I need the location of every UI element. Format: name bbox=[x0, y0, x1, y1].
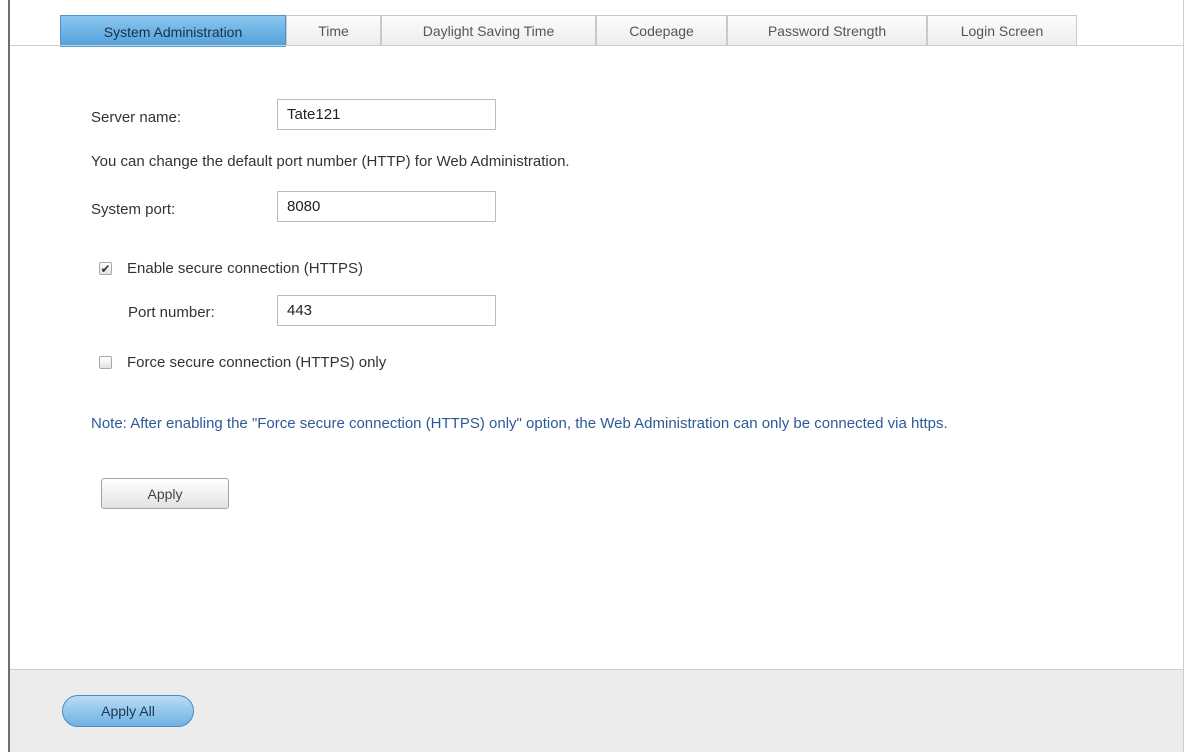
port-description: You can change the default port number (… bbox=[91, 153, 570, 170]
enable-https-row[interactable]: ✔ Enable secure connection (HTTPS) bbox=[99, 260, 363, 277]
apply-button[interactable]: Apply bbox=[101, 478, 229, 509]
apply-button-label: Apply bbox=[147, 485, 183, 502]
server-name-input[interactable] bbox=[277, 99, 496, 130]
tab-password-strength[interactable]: Password Strength bbox=[727, 15, 927, 46]
settings-panel: System Administration Time Daylight Savi… bbox=[8, 0, 1184, 752]
tab-daylight-saving-time[interactable]: Daylight Saving Time bbox=[381, 15, 596, 46]
tab-time[interactable]: Time bbox=[286, 15, 381, 46]
tab-label: Password Strength bbox=[767, 23, 887, 39]
tab-label: System Administration bbox=[103, 23, 243, 40]
tab-codepage[interactable]: Codepage bbox=[596, 15, 727, 46]
port-number-label: Port number: bbox=[128, 304, 215, 321]
enable-https-label: Enable secure connection (HTTPS) bbox=[127, 260, 363, 277]
server-name-label: Server name: bbox=[91, 109, 182, 126]
system-administration-form: Server name: You can change the default … bbox=[10, 46, 1183, 670]
system-port-input[interactable] bbox=[277, 191, 496, 222]
tab-login-screen[interactable]: Login Screen bbox=[927, 15, 1077, 46]
force-https-label: Force secure connection (HTTPS) only bbox=[127, 354, 387, 371]
https-note: Note: After enabling the "Force secure c… bbox=[91, 415, 948, 432]
apply-all-button[interactable]: Apply All bbox=[62, 695, 194, 727]
tab-label: Time bbox=[318, 23, 349, 39]
port-number-input[interactable] bbox=[277, 295, 496, 326]
enable-https-checkbox[interactable]: ✔ bbox=[99, 262, 112, 275]
force-https-row[interactable]: Force secure connection (HTTPS) only bbox=[99, 354, 386, 371]
tab-label: Codepage bbox=[629, 23, 694, 39]
force-https-checkbox[interactable] bbox=[99, 356, 112, 369]
tab-bar: System Administration Time Daylight Savi… bbox=[10, 0, 1183, 47]
footer-bar: Apply All bbox=[10, 669, 1183, 752]
system-port-label: System port: bbox=[91, 201, 176, 218]
tab-label: Daylight Saving Time bbox=[422, 23, 555, 39]
apply-all-label: Apply All bbox=[101, 703, 155, 719]
tab-system-administration[interactable]: System Administration bbox=[60, 15, 286, 47]
tab-label: Login Screen bbox=[960, 23, 1044, 39]
